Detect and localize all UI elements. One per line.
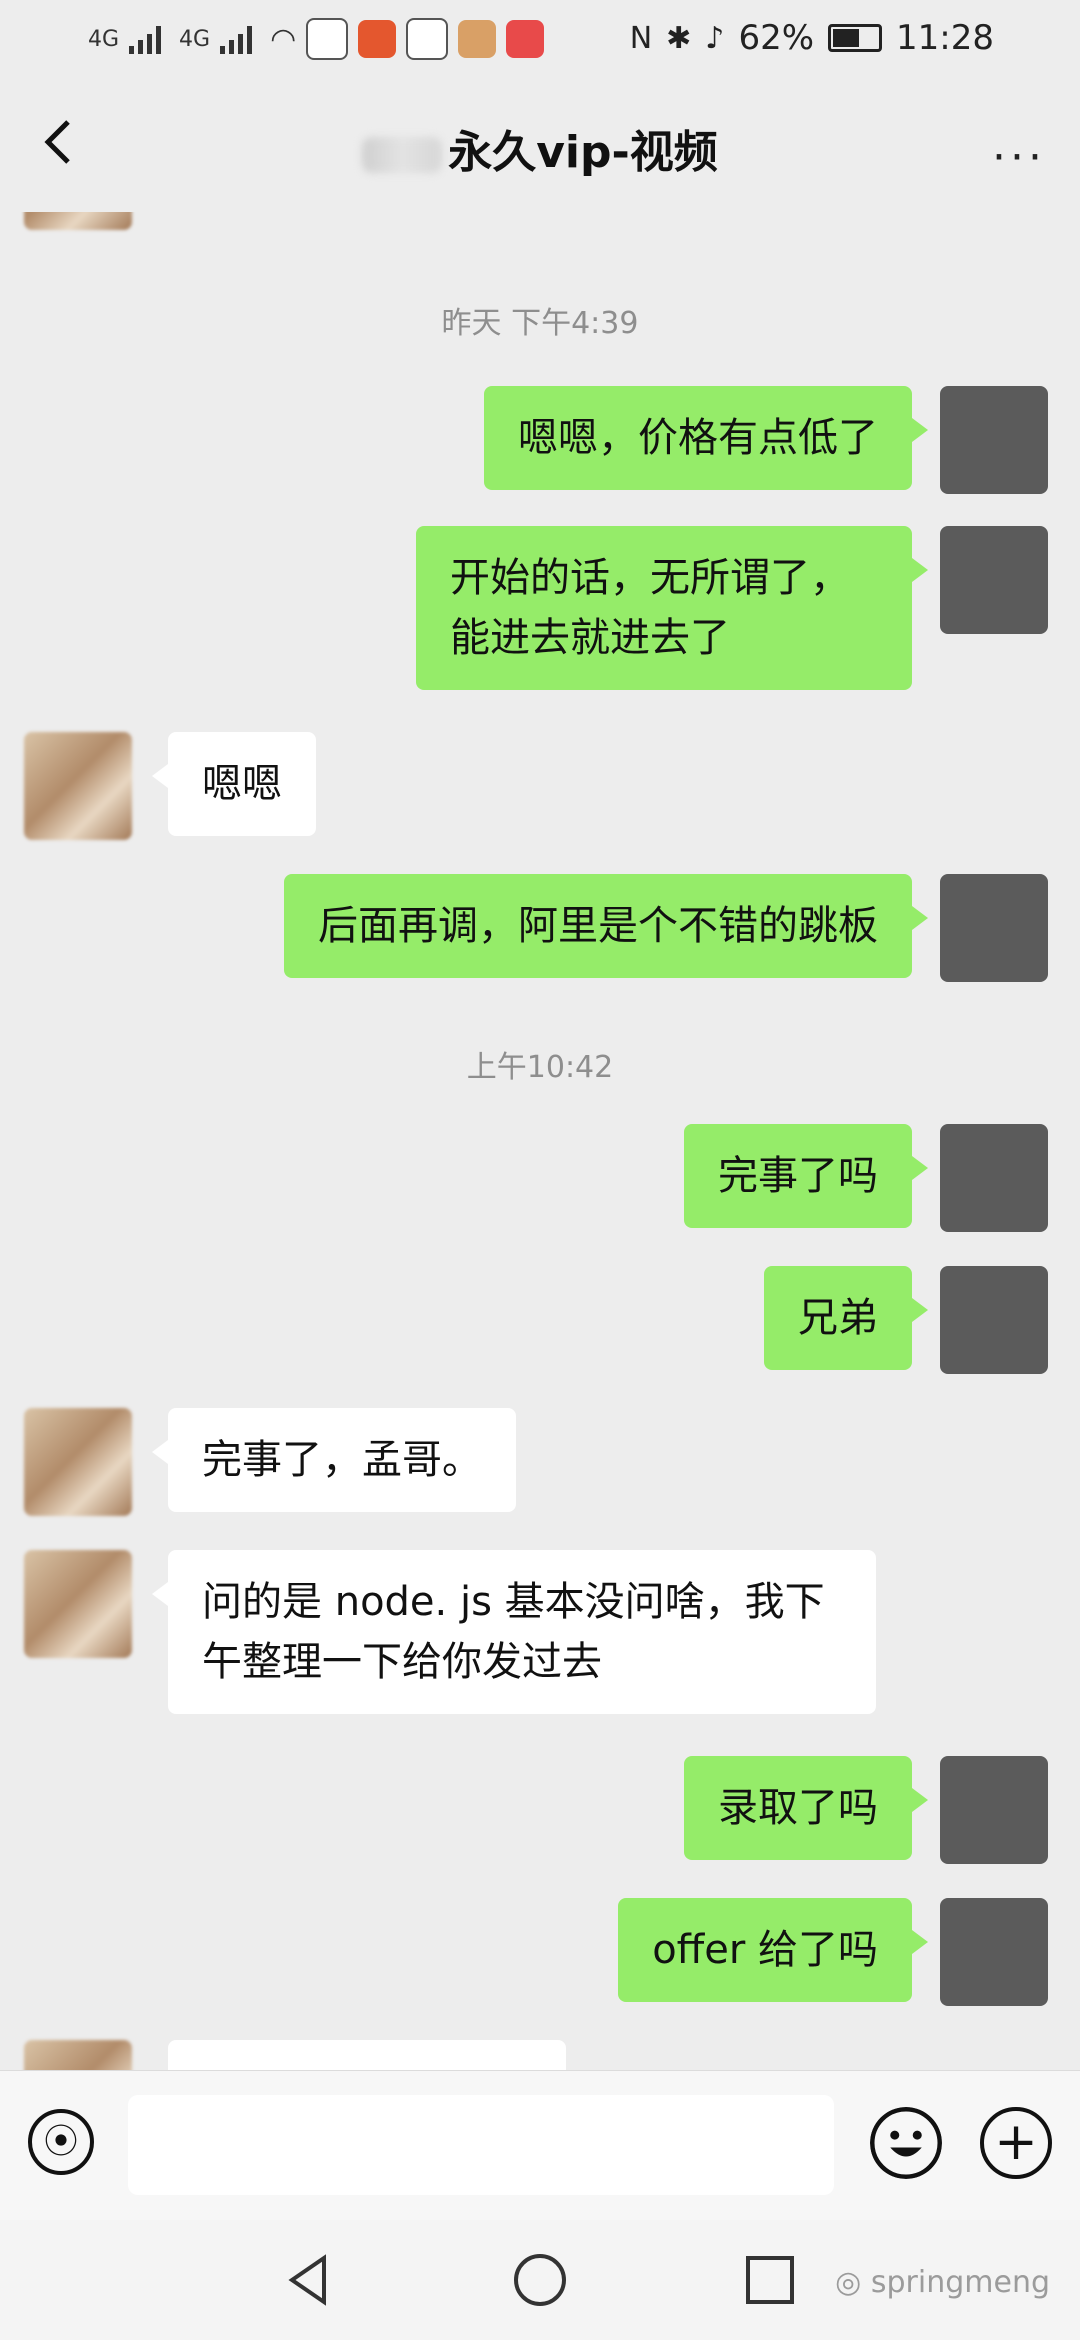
voice-icon[interactable]: ⦿: [28, 2109, 94, 2175]
message-bubble[interactable]: 问的是 node. js 基本没问啥，我下午整理一下给你发过去: [152, 1550, 876, 1714]
message-row: 完事了，孟哥。: [0, 1408, 1080, 1518]
message-row: 问的是 node. js 基本没问啥，我下午整理一下给你发过去: [0, 1550, 1080, 1730]
battery-icon: [828, 24, 883, 52]
clock: 11:28: [896, 18, 994, 58]
message-bubble[interactable]: 完事了，孟哥。: [152, 1408, 516, 1512]
avatar[interactable]: [24, 2040, 132, 2070]
watermark-text: springmeng: [870, 2265, 1050, 2300]
message-row: 完事了吗: [0, 1124, 1080, 1234]
huawei-app-icon: [506, 20, 545, 58]
avatar[interactable]: [940, 1898, 1048, 2006]
message-bubble-partial: [168, 2040, 566, 2070]
chat-title: 永久vip-视频: [0, 116, 1080, 180]
avatar[interactable]: [24, 1408, 132, 1516]
timestamp: 昨天 下午4:39: [441, 306, 639, 341]
message-row: 嗯嗯: [0, 732, 1080, 842]
message-bubble[interactable]: 兄弟: [764, 1266, 928, 1370]
message-bubble[interactable]: 后面再调，阿里是个不错的跳板: [284, 874, 928, 978]
avatar[interactable]: [24, 732, 132, 840]
chat-title-text: 永久vip-视频: [448, 127, 718, 178]
avatar[interactable]: [940, 874, 1048, 982]
status-bar: 4G 4G ◠ N ✱ ♪ 62% 11:28: [0, 0, 1080, 82]
message-row: 开始的话，无所谓了，能进去就进去了: [0, 526, 1080, 706]
message-bubble[interactable]: 嗯嗯: [152, 732, 316, 836]
emoji-icon[interactable]: [870, 2107, 942, 2179]
signal-icon: [220, 24, 260, 54]
message-bubble[interactable]: 开始的话，无所谓了，能进去就进去了: [416, 526, 928, 690]
status-left: 4G 4G ◠: [88, 18, 545, 60]
message-bubble[interactable]: offer 给了吗: [618, 1898, 928, 2002]
blurred-name: [362, 137, 443, 173]
network-2-label: 4G: [179, 26, 211, 52]
avatar[interactable]: [940, 526, 1048, 634]
message-bubble[interactable]: 完事了吗: [684, 1124, 928, 1228]
chat-area[interactable]: 昨天 下午4:39 嗯嗯，价格有点低了 开始的话，无所谓了，能进去就进去了 嗯嗯…: [0, 212, 1080, 2070]
nav-recents-icon[interactable]: [740, 2250, 800, 2310]
watermark: ◎ springmeng: [835, 2265, 1050, 2300]
signal-icon: [129, 24, 169, 54]
message-row: 后面再调，阿里是个不错的跳板: [0, 874, 1080, 984]
network-1-label: 4G: [88, 26, 120, 52]
message-bubble[interactable]: 嗯嗯，价格有点低了: [484, 386, 928, 490]
bluetooth-icon: ✱: [666, 20, 692, 56]
avatar[interactable]: [940, 1124, 1048, 1232]
nav-back-icon[interactable]: [280, 2250, 340, 2310]
plus-icon[interactable]: +: [980, 2107, 1052, 2179]
message-row: 录取了吗: [0, 1756, 1080, 1866]
message-bubble[interactable]: 录取了吗: [684, 1756, 928, 1860]
message-row: 兄弟: [0, 1266, 1080, 1376]
mute-icon: ♪: [705, 20, 725, 56]
nav-home-icon[interactable]: [510, 2250, 570, 2310]
avatar[interactable]: [940, 1756, 1048, 1864]
avatar[interactable]: [940, 386, 1048, 494]
nfc-icon: N: [629, 20, 653, 56]
wifi-icon: ◠: [270, 21, 297, 57]
battery-percent: 62%: [738, 18, 815, 58]
message-row: 嗯嗯，价格有点低了: [0, 386, 1080, 496]
timestamp: 上午10:42: [466, 1050, 614, 1085]
avatar[interactable]: [24, 1550, 132, 1658]
input-bar: ⦿ +: [0, 2070, 1080, 2221]
message-row: [0, 2040, 1080, 2070]
avatar[interactable]: [940, 1266, 1048, 1374]
avatar[interactable]: [24, 212, 132, 230]
app-icon: [458, 20, 497, 58]
taobao-icon: [358, 20, 397, 58]
message-input[interactable]: [128, 2095, 834, 2195]
message-row: offer 给了吗: [0, 1898, 1080, 2008]
status-right: N ✱ ♪ 62% 11:28: [630, 18, 994, 58]
more-dots-icon[interactable]: ···: [992, 132, 1046, 183]
wechat-logo-icon: ◎: [835, 2265, 871, 2300]
alipay-icon: [306, 18, 349, 60]
message-row: [0, 212, 1080, 232]
chat-header: 永久vip-视频 ···: [0, 82, 1080, 212]
alipay-icon: [406, 18, 449, 60]
